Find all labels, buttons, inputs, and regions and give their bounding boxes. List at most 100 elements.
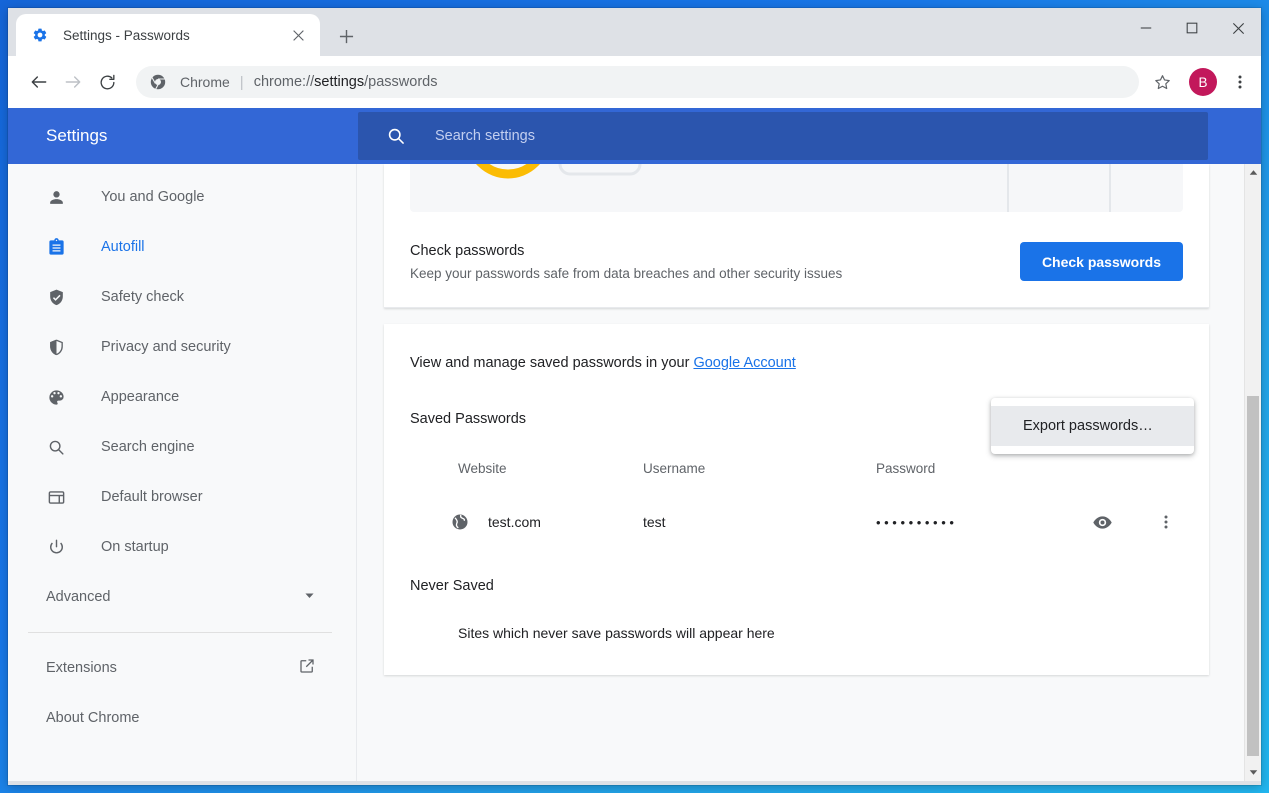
- sidebar-item-you-and-google[interactable]: You and Google: [8, 172, 356, 222]
- address-bar[interactable]: Chrome | chrome://settings/passwords: [136, 66, 1139, 98]
- never-saved-heading: Never Saved: [384, 552, 1209, 594]
- vertical-scrollbar[interactable]: [1244, 164, 1261, 781]
- close-icon: [1231, 21, 1246, 36]
- forward-button[interactable]: [56, 65, 90, 99]
- scroll-thumb[interactable]: [1247, 396, 1259, 756]
- illustration-banner: [384, 164, 1209, 216]
- sidebar-item-label: Autofill: [101, 239, 145, 255]
- sidebar-item-label: Default browser: [101, 489, 203, 505]
- google-account-link[interactable]: Google Account: [693, 355, 795, 371]
- illustration-banner-art: [410, 164, 1183, 212]
- sidebar-item-search-engine[interactable]: Search engine: [8, 422, 356, 472]
- maximize-button[interactable]: [1169, 8, 1215, 48]
- manage-passwords-row: View and manage saved passwords in your …: [384, 324, 1209, 384]
- show-password-button[interactable]: [1085, 505, 1119, 539]
- shield-icon: [46, 337, 66, 357]
- globe-icon: [450, 512, 470, 532]
- sidebar: You and Google Autofill Safety check Pri…: [8, 164, 357, 781]
- sidebar-item-advanced[interactable]: Advanced: [8, 572, 356, 622]
- column-header-website: Website: [410, 461, 643, 476]
- three-dot-menu-icon: [1232, 74, 1248, 90]
- sidebar-item-label: Privacy and security: [101, 339, 231, 355]
- sidebar-item-label: Appearance: [101, 389, 179, 405]
- sidebar-item-privacy-and-security[interactable]: Privacy and security: [8, 322, 356, 372]
- omnibox-separator: |: [240, 74, 244, 91]
- check-passwords-title: Check passwords: [410, 243, 1020, 259]
- gear-icon: [32, 27, 48, 43]
- shield-check-icon: [46, 287, 66, 307]
- website-value: test.com: [488, 514, 541, 530]
- sidebar-item-autofill[interactable]: Autofill: [8, 222, 356, 272]
- settings-header: Settings Search settings: [8, 108, 1261, 164]
- eye-icon: [1092, 512, 1113, 533]
- url-prefix: chrome://: [254, 74, 314, 90]
- chrome-logo-icon: [150, 74, 166, 90]
- chevron-down-icon: [303, 589, 316, 606]
- url-suffix: /passwords: [364, 74, 437, 90]
- sidebar-item-on-startup[interactable]: On startup: [8, 522, 356, 572]
- bookmark-button[interactable]: [1145, 65, 1179, 99]
- sidebar-item-label: Extensions: [46, 660, 298, 676]
- settings-body: You and Google Autofill Safety check Pri…: [8, 164, 1261, 781]
- avatar[interactable]: B: [1189, 68, 1217, 96]
- browser-menu-button[interactable]: [1223, 65, 1257, 99]
- browser-window-icon: [46, 487, 66, 507]
- sidebar-item-about-chrome[interactable]: About Chrome: [8, 693, 356, 743]
- table-row: test.com test ••••••••••: [384, 492, 1209, 552]
- row-more-options-button[interactable]: [1149, 505, 1183, 539]
- back-arrow-icon: [29, 72, 49, 92]
- check-passwords-button[interactable]: Check passwords: [1020, 242, 1183, 281]
- browser-toolbar: Chrome | chrome://settings/passwords B: [8, 56, 1261, 108]
- sidebar-item-default-browser[interactable]: Default browser: [8, 472, 356, 522]
- minimize-button[interactable]: [1123, 8, 1169, 48]
- reload-button[interactable]: [90, 65, 124, 99]
- url-emphasis: settings: [314, 74, 364, 90]
- check-passwords-row: Check passwords Keep your passwords safe…: [384, 216, 1209, 308]
- minimize-icon: [1139, 21, 1153, 35]
- scroll-down-arrow-icon[interactable]: [1245, 764, 1261, 781]
- person-icon: [46, 187, 66, 207]
- close-button[interactable]: [1215, 8, 1261, 48]
- cell-website: test.com: [410, 512, 643, 532]
- back-button[interactable]: [22, 65, 56, 99]
- reload-icon: [98, 73, 117, 92]
- power-icon: [46, 537, 66, 557]
- maximize-icon: [1185, 21, 1199, 35]
- sidebar-item-label: Safety check: [101, 289, 184, 305]
- column-header-username: Username: [643, 461, 876, 476]
- palette-icon: [46, 387, 66, 407]
- open-in-new-icon: [298, 657, 316, 679]
- sidebar-item-safety-check[interactable]: Safety check: [8, 272, 356, 322]
- menu-item-export-passwords[interactable]: Export passwords…: [991, 406, 1194, 446]
- settings-content: Check passwords Keep your passwords safe…: [357, 164, 1261, 781]
- sidebar-item-label: About Chrome: [46, 710, 316, 726]
- star-icon: [1153, 73, 1172, 92]
- check-passwords-subtitle: Keep your passwords safe from data breac…: [410, 266, 1020, 281]
- manage-passwords-text: View and manage saved passwords in your: [410, 355, 693, 371]
- close-tab-icon[interactable]: [286, 23, 310, 47]
- scroll-up-arrow-icon[interactable]: [1245, 164, 1261, 181]
- sidebar-item-extensions[interactable]: Extensions: [8, 643, 356, 693]
- tab-strip: Settings - Passwords: [8, 8, 1261, 56]
- sidebar-divider: [28, 632, 332, 633]
- search-icon: [386, 126, 406, 146]
- search-area: Search settings: [358, 108, 1261, 164]
- new-tab-icon: [339, 29, 354, 44]
- forward-arrow-icon: [63, 72, 83, 92]
- sidebar-item-appearance[interactable]: Appearance: [8, 372, 356, 422]
- sidebar-item-label: You and Google: [101, 189, 204, 205]
- sidebar-item-label: Search engine: [101, 439, 195, 455]
- cell-password-masked: ••••••••••: [876, 515, 1085, 530]
- window-controls: [1123, 8, 1261, 48]
- search-settings-input[interactable]: Search settings: [358, 112, 1208, 160]
- new-tab-button[interactable]: [332, 22, 360, 50]
- browser-tab[interactable]: Settings - Passwords: [16, 14, 320, 56]
- cell-username: test: [643, 514, 876, 530]
- clipboard-icon: [46, 237, 66, 257]
- search-placeholder: Search settings: [435, 128, 535, 144]
- url-text: chrome://settings/passwords: [254, 74, 438, 90]
- tab-title: Settings - Passwords: [63, 28, 286, 43]
- check-passwords-text: Check passwords Keep your passwords safe…: [410, 243, 1020, 281]
- scheme-chip: Chrome: [180, 74, 230, 90]
- export-passwords-menu: Export passwords…: [991, 398, 1194, 454]
